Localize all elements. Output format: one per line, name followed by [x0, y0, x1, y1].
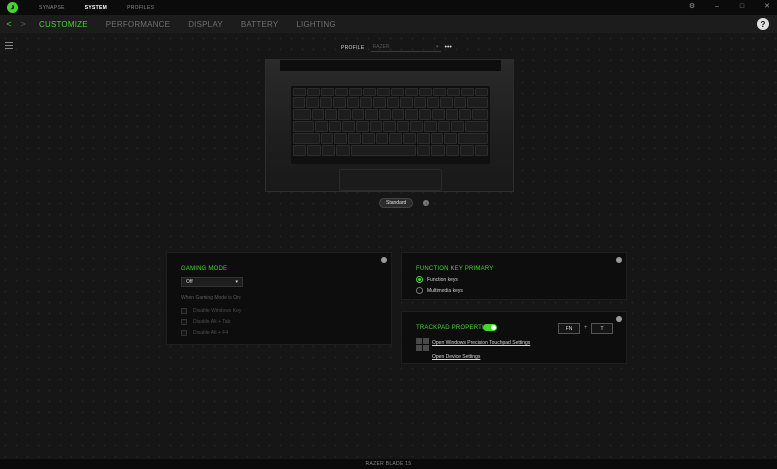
info-icon[interactable]: ?	[423, 200, 430, 206]
laptop-keyboard-image	[265, 59, 514, 192]
standard-preset-button[interactable]: Standard	[379, 198, 414, 208]
radio-label: Function keys	[427, 276, 458, 283]
checkbox-icon	[181, 308, 187, 314]
tab-battery[interactable]: BATTERY	[241, 20, 279, 29]
shortcut-key-fn[interactable]: FN	[558, 323, 580, 334]
trackpad-properties-panel: TRACKPAD PROPERTIES FN + T Open Windows …	[401, 311, 627, 364]
function-key-info-icon[interactable]	[616, 257, 622, 263]
section-nav: < > CUSTOMIZE PERFORMANCE DISPLAY BATTER…	[0, 15, 777, 33]
checkbox-label: Disable Alt + Tab	[193, 319, 231, 325]
tab-customize[interactable]: CUSTOMIZE	[39, 20, 88, 29]
windows-touchpad-icon	[416, 338, 429, 351]
gaming-mode-dropdown[interactable]: Off ▾	[181, 277, 243, 287]
tab-lighting[interactable]: LIGHTING	[296, 20, 335, 29]
device-name: RAZER BLADE 15	[365, 461, 412, 467]
more-options-icon[interactable]: •••	[445, 44, 452, 51]
trackpad-title: TRACKPAD PROPERTIES	[416, 325, 493, 331]
gaming-mode-info-icon[interactable]	[381, 257, 387, 263]
title-bar: SYNAPSE SYSTEM PROFILES ⚙ – □ ✕	[0, 0, 777, 15]
keyboard-layout[interactable]	[291, 86, 490, 164]
function-key-title: FUNCTION KEY PRIMARY	[416, 266, 494, 272]
maximize-button[interactable]: □	[738, 2, 746, 12]
profile-selector-row: PROFILE RAZER ▾ •••	[341, 43, 452, 52]
settings-gear-icon[interactable]: ⚙	[688, 2, 696, 12]
shortcut-plus: +	[584, 325, 588, 331]
precision-touchpad-link[interactable]: Open Windows Precision Touchpad Settings	[432, 340, 530, 346]
radio-selected-icon	[416, 276, 423, 283]
help-button[interactable]: ?	[757, 18, 769, 30]
tab-profiles[interactable]: PROFILES	[127, 5, 154, 11]
minimize-button[interactable]: –	[713, 2, 721, 12]
keyboard-preset-row: Standard ?	[379, 198, 430, 208]
hamburger-menu-icon[interactable]	[5, 42, 13, 51]
device-settings-link[interactable]: Open Device Settings	[432, 354, 480, 360]
checkbox-label: Disable Alt + F4	[193, 330, 229, 336]
tab-synapse[interactable]: SYNAPSE	[39, 5, 65, 11]
razer-logo-icon	[7, 2, 18, 13]
disable-alt-f4-checkbox[interactable]: Disable Alt + F4	[181, 330, 228, 336]
laptop-hinge	[280, 60, 501, 71]
status-bar: RAZER BLADE 15	[0, 459, 777, 469]
radio-label: Multimedia keys	[427, 287, 463, 294]
shortcut-key-t[interactable]: T	[591, 323, 613, 334]
back-arrow-icon[interactable]: <	[3, 19, 15, 29]
trackpad-toggle[interactable]	[483, 324, 497, 331]
gaming-mode-value: Off	[186, 279, 193, 285]
disable-windows-key-checkbox[interactable]: Disable Windows Key	[181, 308, 241, 314]
profile-dropdown[interactable]: RAZER ▾	[370, 43, 441, 52]
multimedia-keys-radio[interactable]: Multimedia keys	[416, 287, 463, 294]
tab-system[interactable]: SYSTEM	[85, 5, 107, 11]
profile-label: PROFILE	[341, 44, 365, 51]
profile-value: RAZER	[372, 44, 390, 50]
chevron-down-icon: ▾	[235, 279, 238, 285]
checkbox-icon	[181, 330, 187, 336]
trackpad-image	[339, 169, 442, 191]
gaming-mode-title: GAMING MODE	[181, 266, 228, 272]
gaming-mode-when-label: When Gaming Mode is On:	[181, 295, 242, 301]
gaming-mode-panel: GAMING MODE Off ▾ When Gaming Mode is On…	[166, 252, 392, 345]
main-content: PROFILE RAZER ▾ ••• Standard ? GAMING MO…	[0, 33, 777, 459]
tab-display[interactable]: DISPLAY	[188, 20, 223, 29]
function-keys-radio[interactable]: Function keys	[416, 276, 458, 283]
checkbox-icon	[181, 319, 187, 325]
trackpad-info-icon[interactable]	[616, 316, 622, 322]
close-button[interactable]: ✕	[763, 2, 771, 12]
disable-alt-tab-checkbox[interactable]: Disable Alt + Tab	[181, 319, 230, 325]
forward-arrow-icon[interactable]: >	[17, 19, 29, 29]
checkbox-label: Disable Windows Key	[193, 308, 242, 314]
tab-performance[interactable]: PERFORMANCE	[106, 20, 170, 29]
radio-unselected-icon	[416, 287, 423, 294]
chevron-down-icon: ▾	[435, 44, 439, 50]
function-key-panel: FUNCTION KEY PRIMARY Function keys Multi…	[401, 252, 627, 300]
